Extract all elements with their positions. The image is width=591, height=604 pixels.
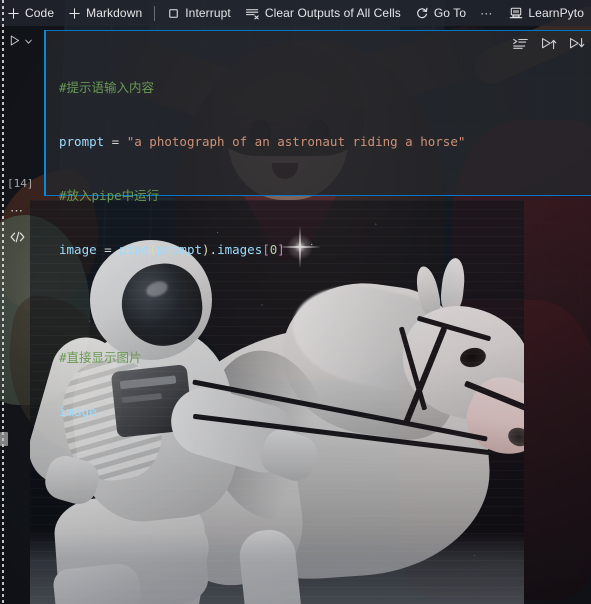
plus-icon: [7, 7, 20, 20]
code-variable: image: [59, 404, 97, 419]
code-line-5-blank: [59, 295, 465, 313]
code-operator: =: [96, 242, 120, 257]
kernel-label: LearnPyto: [528, 6, 584, 20]
interrupt-label: Interrupt: [185, 6, 231, 20]
add-markdown-cell-button[interactable]: Markdown: [61, 2, 149, 24]
notebook-toolbar: Code Markdown Interrupt Clear Outputs of…: [0, 0, 591, 26]
play-icon[interactable]: [8, 34, 21, 52]
go-to-button[interactable]: Go To: [408, 2, 473, 24]
code-dot: .: [209, 242, 218, 257]
notebook-code-cell[interactable]: #提示语输入内容 prompt = "a photograph of an as…: [44, 30, 591, 419]
notebook-editor: #提示语输入内容 prompt = "a photograph of an as…: [0, 0, 591, 604]
code-line-7: image: [59, 403, 465, 421]
code-line-3: #放入pipe中运行: [59, 187, 465, 205]
code-line-2: prompt = "a photograph of an astronaut r…: [59, 133, 465, 151]
clear-outputs-button[interactable]: Clear Outputs of All Cells: [238, 2, 408, 24]
code-attribute: images: [217, 242, 263, 257]
code-string: "a photograph of an astronaut riding a h…: [126, 134, 466, 149]
code-editor[interactable]: #提示语输入内容 prompt = "a photograph of an as…: [59, 43, 465, 457]
toolbar-overflow-button[interactable]: ···: [473, 2, 499, 24]
ellipsis-icon[interactable]: ⋯: [10, 204, 25, 217]
editor-scroll-knob[interactable]: [0, 432, 8, 446]
code-comment: #提示语输入内容: [59, 80, 155, 95]
code-bracket-close: ]: [277, 242, 285, 257]
cell-execution-count: [14]: [7, 177, 34, 190]
code-paren-close: ): [202, 242, 210, 257]
go-to-label: Go To: [433, 6, 467, 20]
code-brackets-icon[interactable]: [9, 230, 26, 247]
cell-selected-accent-bar: [44, 30, 46, 196]
code-operator: =: [104, 134, 127, 149]
plus-icon: [68, 7, 81, 20]
play-down-icon[interactable]: [568, 36, 585, 51]
toolbar-separator: [154, 5, 156, 21]
cell-gutter: [14] ⋯: [6, 30, 44, 300]
editor-left-ruler: [2, 0, 4, 604]
cell-run-controls[interactable]: [8, 34, 34, 52]
code-comment: #放入pipe中运行: [59, 188, 160, 203]
chevron-down-icon[interactable]: [23, 34, 34, 52]
clear-outputs-icon: [245, 7, 260, 20]
add-code-cell-button[interactable]: Code: [0, 2, 61, 24]
kernel-icon: [509, 6, 523, 20]
play-up-icon[interactable]: [540, 36, 557, 51]
clear-outputs-label: Clear Outputs of All Cells: [264, 6, 401, 20]
stop-square-icon: [167, 7, 180, 20]
kernel-selector-button[interactable]: LearnPyto: [502, 2, 591, 24]
add-markdown-cell-label: Markdown: [86, 6, 143, 20]
code-bracket-open: [: [262, 242, 270, 257]
code-comment: #直接显示图片: [59, 350, 142, 365]
code-function: pipe: [119, 242, 150, 257]
code-argument: prompt: [156, 242, 203, 257]
refresh-circle-icon: [415, 6, 429, 20]
code-variable: image: [59, 242, 97, 257]
code-variable: prompt: [59, 134, 105, 149]
code-line-1: #提示语输入内容: [59, 79, 465, 97]
code-paren-open: (: [149, 242, 157, 257]
more-icon: ···: [480, 6, 493, 20]
cell-action-bar: [512, 30, 585, 56]
add-code-cell-label: Code: [25, 6, 55, 20]
interrupt-button[interactable]: Interrupt: [160, 2, 238, 24]
run-by-line-icon[interactable]: [512, 36, 529, 51]
code-line-4: image = pipe(prompt).images[0]: [59, 241, 465, 259]
code-line-6: #直接显示图片: [59, 349, 465, 367]
